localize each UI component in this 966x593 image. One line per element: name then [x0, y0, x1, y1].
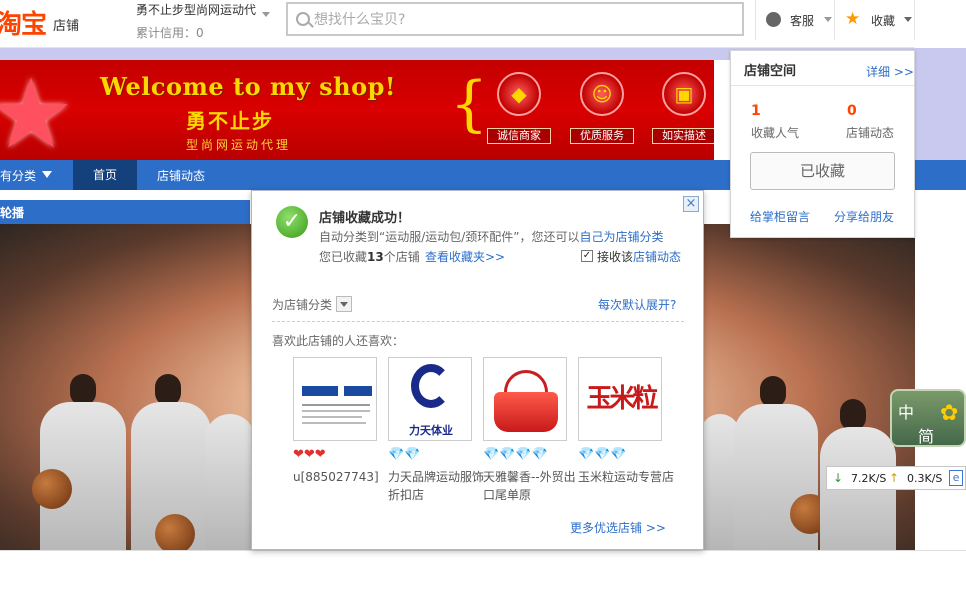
- banner-welcome: Welcome to my shop!: [100, 72, 396, 101]
- carousel-title: 轮播: [0, 206, 25, 220]
- logo-sub-label: 店铺: [53, 19, 80, 34]
- favorite-button[interactable]: ★ 收藏: [834, 0, 915, 40]
- dialog-count-info: 您已收藏13个店铺: [319, 248, 420, 265]
- ime-simplified-icon[interactable]: 简: [918, 423, 934, 447]
- ime-toolbar[interactable]: 中 简 ✿: [890, 389, 966, 447]
- nav-home[interactable]: 首页: [73, 160, 137, 190]
- mizuno-icon[interactable]: [293, 357, 377, 441]
- badge-describe: ▣ 如实描述: [652, 72, 714, 148]
- seller-rank: 💎💎💎💎: [483, 447, 548, 462]
- shop-name-link[interactable]: 玉米粒运动专营店: [578, 468, 676, 486]
- category-label: 为店铺分类: [272, 298, 333, 312]
- customer-service-icon: [766, 12, 781, 27]
- banner-slogan: 勇不止步: [186, 109, 274, 133]
- upload-speed: 0.3K/S: [907, 472, 943, 485]
- upload-arrow-icon: ↑: [889, 471, 900, 485]
- top-bar: 淘宝 店铺 勇不止步型尚网运动代 累计信用：0 客服 ★ 收藏: [0, 0, 915, 48]
- download-arrow-icon: ↓: [833, 471, 844, 485]
- chevron-down-icon: [904, 17, 912, 22]
- yumili-logo-icon[interactable]: 玉米粒: [578, 357, 662, 441]
- carousel-header: 轮播: [0, 200, 250, 224]
- favorited-button[interactable]: 已收藏: [750, 152, 895, 190]
- star-icon: ★: [845, 9, 861, 29]
- badge-service: ☺ 优质服务: [570, 72, 634, 148]
- liutian-logo-icon[interactable]: 力天体业: [388, 357, 472, 441]
- logo-text: 力天体业: [409, 424, 453, 437]
- seller-rank: ❤❤❤: [293, 447, 326, 462]
- search-icon: [296, 12, 310, 26]
- favorite-success-dialog: × ✓ 店铺收藏成功！ 自动分类到“运动服/运动包/颈环配件”，您还可以自己为店…: [251, 190, 704, 550]
- nav-categories[interactable]: 有分类: [0, 167, 36, 184]
- sunflower-icon: ✿: [940, 401, 959, 426]
- browser-icon[interactable]: e: [949, 470, 963, 486]
- search-input[interactable]: [314, 10, 734, 30]
- caret-down-icon[interactable]: [42, 171, 52, 178]
- badge-label: 优质服务: [570, 128, 634, 144]
- seller-rank: 💎💎: [388, 447, 421, 462]
- shop-credit: 累计信用：0: [136, 26, 204, 40]
- banner-star-icon: ★: [0, 60, 75, 160]
- seller-rank: 💎💎💎: [578, 447, 627, 462]
- panel-detail-link[interactable]: 详细 >>: [866, 63, 914, 80]
- category-dropdown[interactable]: [336, 296, 352, 312]
- favorite-label: 收藏: [871, 14, 896, 28]
- network-speed-widget[interactable]: ↓ 7.2K/S ↑ 0.3K/S e: [826, 466, 966, 490]
- also-like-heading: 喜欢此店铺的人还喜欢：: [272, 334, 405, 348]
- search-box[interactable]: [286, 2, 744, 36]
- customer-service-label: 客服: [790, 14, 815, 28]
- count-prefix: 您已收藏: [319, 250, 368, 264]
- dashed-divider: [272, 321, 684, 322]
- more-shops-link[interactable]: 更多优选店铺 >>: [570, 519, 666, 536]
- popularity-label: 收藏人气: [751, 126, 800, 140]
- diamond-icon: ◆: [497, 72, 541, 116]
- taobao-logo[interactable]: 淘宝: [0, 4, 47, 41]
- category-info-text: 自动分类到“运动服/运动包/颈环配件”，您还可以: [319, 230, 580, 244]
- view-favorites-link[interactable]: 查看收藏夹>>: [425, 248, 505, 265]
- page-divider: [0, 550, 966, 551]
- badge-label: 如实描述: [652, 128, 714, 144]
- dynamics-label: 店铺动态: [846, 126, 895, 140]
- shop-name[interactable]: 勇不止步型尚网运动代: [136, 1, 256, 18]
- receive-dynamics-checkbox[interactable]: ✓: [581, 250, 593, 262]
- receive-dynamics-label[interactable]: 接收该店铺动态: [597, 248, 681, 265]
- customer-service-button[interactable]: 客服: [755, 0, 833, 40]
- nav-dynamics[interactable]: 店铺动态: [157, 167, 205, 184]
- shop-name-link[interactable]: 天雅馨香--外贸出口尾单原: [483, 468, 581, 504]
- badge-integrity: ◆ 诚信商家: [487, 72, 551, 148]
- chevron-down-icon: [824, 17, 832, 22]
- download-speed: 7.2K/S: [851, 472, 887, 485]
- document-icon: ▣: [662, 72, 706, 116]
- dynamics-count[interactable]: 0: [847, 103, 857, 119]
- favorited-count: 13: [367, 250, 384, 264]
- logo-text: 玉米粒: [586, 384, 658, 414]
- divider: [731, 85, 914, 86]
- default-expand-link[interactable]: 每次默认展开?: [598, 296, 676, 313]
- dialog-category-info: 自动分类到“运动服/运动包/颈环配件”，您还可以自己为店铺分类: [319, 228, 664, 245]
- right-margin: [915, 48, 966, 172]
- people-icon: ☺: [580, 72, 624, 116]
- custom-category-link[interactable]: 自己为店铺分类: [580, 230, 664, 244]
- shop-dynamics-link[interactable]: 店铺动态: [633, 250, 681, 264]
- panel-title: 店铺空间: [744, 64, 797, 79]
- dialog-title: 店铺收藏成功！: [319, 211, 411, 226]
- shop-name-link[interactable]: u[885027743]: [293, 468, 391, 486]
- popularity-count[interactable]: 1: [751, 103, 761, 119]
- shop-dropdown-icon[interactable]: [262, 12, 270, 17]
- red-handbag-icon[interactable]: [483, 357, 567, 441]
- check-icon: ✓: [276, 206, 308, 238]
- shop-space-panel: 店铺空间 详细 >> 1 收藏人气 0 店铺动态 已收藏 给掌柜留言 分享给朋友: [730, 50, 915, 238]
- banner-subtitle: 型尚网运动代理: [186, 138, 292, 152]
- badge-label: 诚信商家: [487, 128, 551, 144]
- receive-prefix: 接收该: [597, 250, 634, 264]
- close-icon[interactable]: ×: [683, 196, 699, 212]
- shop-name-link[interactable]: 力天品牌运动服饰折扣店: [388, 468, 486, 504]
- banner-bracket: {: [450, 69, 489, 139]
- share-link[interactable]: 分享给朋友: [834, 208, 894, 225]
- count-suffix: 个店铺: [383, 250, 420, 264]
- shop-banner: ★ Welcome to my shop! 勇不止步 型尚网运动代理 { ◆ 诚…: [0, 60, 714, 160]
- leave-message-link[interactable]: 给掌柜留言: [750, 208, 810, 225]
- ime-chinese-icon[interactable]: 中: [898, 399, 914, 423]
